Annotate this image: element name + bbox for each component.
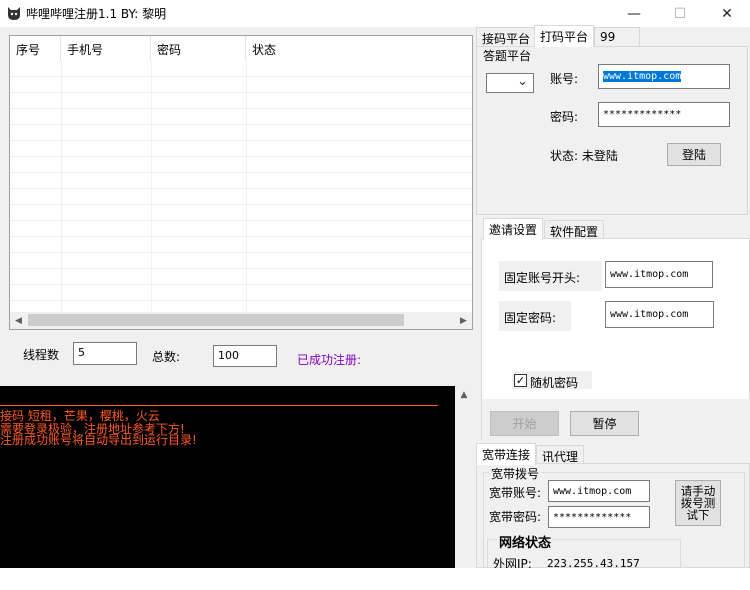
table-row[interactable] — [10, 77, 472, 93]
tab-xun-proxy[interactable]: 讯代理 — [536, 445, 585, 465]
table-row[interactable] — [10, 173, 472, 189]
table-row[interactable] — [10, 109, 472, 125]
captcha-account-value: www.itmop.com — [603, 71, 682, 82]
scroll-left-icon[interactable]: ◀ — [10, 312, 27, 329]
table-row[interactable] — [10, 285, 472, 301]
broadband-panel: 宽带拨号 宽带账号: www.itmop.com 宽带密码: *********… — [476, 463, 750, 571]
tab-software-config[interactable]: 软件配置 — [544, 220, 605, 240]
column-header-index[interactable]: 序号 — [10, 36, 61, 61]
broadband-account-label: 宽带账号: — [489, 486, 542, 500]
answer-platform-label: 答题平台 — [483, 49, 532, 63]
login-button[interactable]: 登陆 — [667, 143, 721, 166]
scroll-right-icon[interactable]: ▶ — [455, 312, 472, 329]
maximize-icon: ☐ — [673, 5, 687, 22]
captcha-password-input[interactable]: ************* — [598, 102, 730, 127]
password-label: 密码: — [550, 110, 579, 124]
network-status-label: 网络状态 — [497, 532, 554, 551]
random-password-label: 随机密码 — [530, 376, 579, 390]
tab-99[interactable]: 99 — [594, 27, 640, 47]
fixed-password-input[interactable]: www.itmop.com — [605, 301, 714, 328]
table-row[interactable] — [10, 205, 472, 221]
pause-button[interactable]: 暂停 — [570, 411, 639, 436]
minimize-button[interactable]: — — [611, 0, 657, 27]
table-row[interactable] — [10, 189, 472, 205]
success-count-label: 已成功注册: — [297, 353, 362, 367]
column-divider — [246, 61, 247, 313]
config-tab-control: 邀请设置 软件配置 固定账号开头: www.itmop.com 固定密码: ww… — [481, 218, 750, 441]
tab-broadband[interactable]: 宽带连接 — [476, 443, 537, 465]
total-label: 总数: — [152, 350, 181, 364]
captcha-status-label: 状态: 未登陆 — [550, 149, 618, 163]
tab-sms-platform[interactable]: 接码平台 — [476, 27, 537, 47]
bottom-margin — [0, 568, 750, 590]
column-divider — [151, 61, 152, 313]
total-input[interactable]: 100 — [213, 345, 277, 367]
account-label: 账号: — [550, 72, 579, 86]
table-row[interactable] — [10, 125, 472, 141]
captcha-tab-control: 接码平台 打码平台 99 答题平台 ⌄ 账号: www.itmop.com 密码… — [476, 25, 750, 215]
console-line: 注册成功账号将自动导出到运行目录! — [0, 433, 197, 447]
platform-select[interactable]: ⌄ — [486, 73, 534, 93]
captcha-account-input[interactable]: www.itmop.com — [598, 64, 730, 89]
title-bar: 哔哩哔哩注册1.1 BY: 黎明 — ☐ ✕ — [0, 0, 750, 27]
horizontal-scrollbar[interactable]: ◀ ▶ — [10, 312, 472, 329]
checkmark-icon: ✓ — [515, 374, 526, 387]
dial-group-label: 宽带拨号 — [489, 465, 542, 482]
scroll-up-icon[interactable]: ▲ — [455, 386, 473, 403]
start-button[interactable]: 开始 — [490, 411, 559, 436]
close-icon: ✕ — [721, 5, 733, 22]
column-header-phone[interactable]: 手机号 — [61, 36, 151, 61]
account-list[interactable]: 序号 手机号 密码 状态 ◀ ▶ — [9, 35, 473, 330]
vertical-scrollbar[interactable]: ▲ — [455, 386, 473, 568]
column-header-password[interactable]: 密码 — [151, 36, 246, 61]
account-prefix-input[interactable]: www.itmop.com — [605, 261, 713, 288]
column-divider — [61, 61, 62, 313]
list-header: 序号 手机号 密码 状态 — [10, 36, 472, 61]
tab-invite-settings[interactable]: 邀请设置 — [483, 218, 544, 240]
account-prefix-label: 固定账号开头: — [504, 271, 581, 285]
chevron-down-icon: ⌄ — [517, 74, 528, 89]
broadband-password-label: 宽带密码: — [489, 510, 542, 524]
minimize-icon: — — [627, 5, 641, 22]
threads-label: 线程数 — [23, 348, 60, 362]
table-row[interactable] — [10, 61, 472, 77]
column-header-status[interactable]: 状态 — [246, 36, 472, 61]
broadband-account-input[interactable]: www.itmop.com — [548, 480, 650, 502]
cat-head-icon — [8, 7, 20, 20]
random-password-checkbox[interactable]: ✓ — [514, 374, 527, 387]
threads-input[interactable]: 5 — [73, 342, 137, 365]
table-row[interactable] — [10, 157, 472, 173]
table-row[interactable] — [10, 93, 472, 109]
invite-panel: 固定账号开头: www.itmop.com 固定密码: www.itmop.co… — [481, 238, 750, 441]
broadband-tab-control: 宽带连接 讯代理 宽带拨号 宽带账号: www.itmop.com 宽带密码: … — [476, 443, 750, 571]
tab-captcha-platform[interactable]: 打码平台 — [534, 25, 595, 47]
close-button[interactable]: ✕ — [704, 0, 750, 27]
table-row[interactable] — [10, 237, 472, 253]
table-row[interactable] — [10, 269, 472, 285]
table-row[interactable] — [10, 253, 472, 269]
broadband-password-input[interactable]: ************* — [548, 506, 650, 528]
window-title: 哔哩哔哩注册1.1 BY: 黎明 — [26, 7, 167, 21]
table-row[interactable] — [10, 141, 472, 157]
manual-dial-button[interactable]: 请手动拨号测试下 — [675, 480, 721, 526]
console-divider — [0, 405, 438, 406]
captcha-panel: 答题平台 ⌄ 账号: www.itmop.com 密码: ***********… — [476, 46, 748, 215]
scrollbar-thumb[interactable] — [28, 314, 404, 326]
fixed-password-label: 固定密码: — [504, 311, 557, 325]
log-console[interactable]: 接码 短租，芒果，樱桃，火云 需要登录极验，注册地址参考下方! 注册成功账号将自… — [0, 386, 473, 568]
maximize-button[interactable]: ☐ — [657, 0, 703, 27]
table-row[interactable] — [10, 221, 472, 237]
